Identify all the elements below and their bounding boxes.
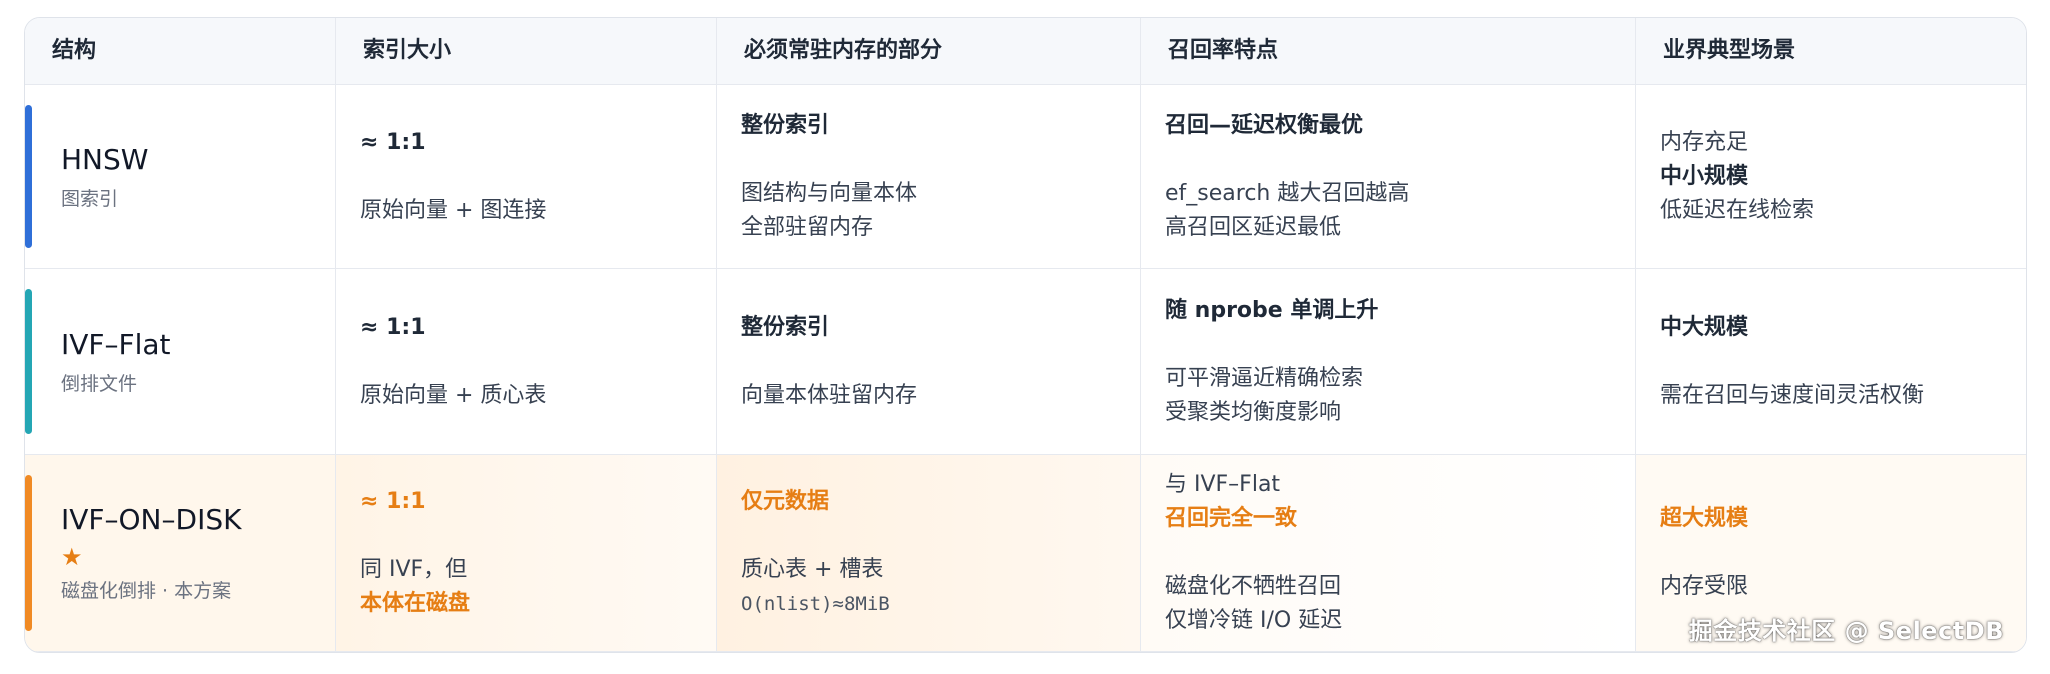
size-note: 原始向量 + 质心表	[360, 382, 547, 408]
row-ivfflat-structure: IVF–Flat 倒排文件	[25, 269, 336, 455]
size-note: 原始向量 + 图连接	[360, 197, 547, 223]
row-ivfdisk-structure: IVF–ON–DISK ★ 磁盘化倒排 · 本方案	[25, 455, 336, 652]
scenario-item: 内存充足	[1660, 129, 1749, 155]
row-hnsw-memory: 整份索引 图结构与向量本体 全部驻留内存	[717, 85, 1141, 269]
header-index-size: 索引大小	[336, 18, 717, 85]
recall-main: 召回完全一致	[1165, 506, 1298, 531]
recall-note: 仅增冷链 I/O 延迟	[1165, 608, 1343, 633]
structure-subtitle: 图索引	[61, 187, 119, 210]
scenario-item: 低延迟在线检索	[1660, 197, 1815, 223]
recall-main: 召回—延迟权衡最优	[1165, 112, 1364, 138]
row-ivfflat-size: ≈ 1:1 原始向量 + 质心表	[336, 269, 717, 455]
size-note: 同 IVF，但	[360, 557, 468, 582]
memory-note: 全部驻留内存	[741, 214, 874, 240]
size-ratio: ≈ 1:1	[360, 129, 426, 155]
memory-note: 图结构与向量本体	[741, 180, 918, 206]
structure-name: IVF–Flat	[61, 327, 171, 361]
scenario-item: 内存受限	[1660, 574, 1749, 599]
structure-subtitle: 磁盘化倒排 · 本方案	[61, 580, 232, 602]
recall-note: 高召回区延迟最低	[1165, 214, 1342, 240]
size-ratio: ≈ 1:1	[360, 314, 426, 340]
header-scenarios: 业界典型场景	[1636, 18, 2026, 85]
memory-main: 整份索引	[741, 112, 830, 138]
recall-pre: 与 IVF–Flat	[1165, 472, 1281, 497]
memory-main: 整份索引	[741, 314, 830, 340]
row-ivfdisk-size: ≈ 1:1 同 IVF，但 本体在磁盘	[336, 455, 717, 652]
scenario-item: 超大规模	[1660, 506, 1749, 531]
hnsw-accent-bar	[25, 105, 32, 248]
structure-name: IVF–ON–DISK	[61, 503, 242, 536]
row-ivfdisk-recall: 与 IVF–Flat 召回完全一致 磁盘化不牺牲召回 仅增冷链 I/O 延迟	[1141, 455, 1636, 652]
recall-note: ef_search 越大召回越高	[1165, 180, 1410, 206]
structure-subtitle: 倒排文件	[61, 372, 138, 395]
memory-note: 向量本体驻留内存	[741, 382, 918, 408]
recall-note: 磁盘化不牺牲召回	[1165, 574, 1342, 599]
recall-note: 受聚类均衡度影响	[1165, 399, 1342, 425]
scenario-item: 中大规模	[1660, 314, 1749, 340]
row-hnsw-recall: 召回—延迟权衡最优 ef_search 越大召回越高 高召回区延迟最低	[1141, 85, 1636, 269]
row-hnsw-scenarios: 内存充足 中小规模 低延迟在线检索	[1636, 85, 2026, 269]
row-ivfflat-memory: 整份索引 向量本体驻留内存	[717, 269, 1141, 455]
row-ivfflat-recall: 随 nprobe 单调上升 可平滑逼近精确检索 受聚类均衡度影响	[1141, 269, 1636, 455]
comparison-table: 结构 索引大小 必须常驻内存的部分 召回率特点 业界典型场景 HNSW 图索引 …	[24, 17, 2027, 653]
row-hnsw-structure: HNSW 图索引	[25, 85, 336, 269]
watermark: 掘金技术社区 @ SelectDB	[1688, 617, 2004, 645]
star-icon: ★	[61, 543, 83, 571]
memory-note: 质心表 + 槽表	[741, 557, 884, 582]
recall-main: 随 nprobe 单调上升	[1165, 297, 1379, 323]
header-resident-memory: 必须常驻内存的部分	[717, 18, 1141, 85]
size-ratio: ≈ 1:1	[360, 489, 426, 514]
header-recall: 召回率特点	[1141, 18, 1636, 85]
memory-main: 仅元数据	[741, 489, 830, 514]
header-structure: 结构	[25, 18, 336, 85]
row-ivfdisk-memory: 仅元数据 质心表 + 槽表 O(nlist)≈8MiB	[717, 455, 1141, 652]
recall-note: 可平滑逼近精确检索	[1165, 365, 1364, 391]
structure-name: HNSW	[61, 142, 149, 176]
ivfdisk-accent-bar	[25, 475, 32, 631]
memory-size-formula: O(nlist)≈8MiB	[741, 593, 890, 615]
ivfflat-accent-bar	[25, 289, 32, 434]
row-ivfflat-scenarios: 中大规模 需在召回与速度间灵活权衡	[1636, 269, 2026, 455]
size-note-highlight: 本体在磁盘	[360, 591, 471, 616]
row-hnsw-size: ≈ 1:1 原始向量 + 图连接	[336, 85, 717, 269]
scenario-item: 中小规模	[1660, 163, 1749, 189]
scenario-item: 需在召回与速度间灵活权衡	[1660, 382, 1925, 408]
